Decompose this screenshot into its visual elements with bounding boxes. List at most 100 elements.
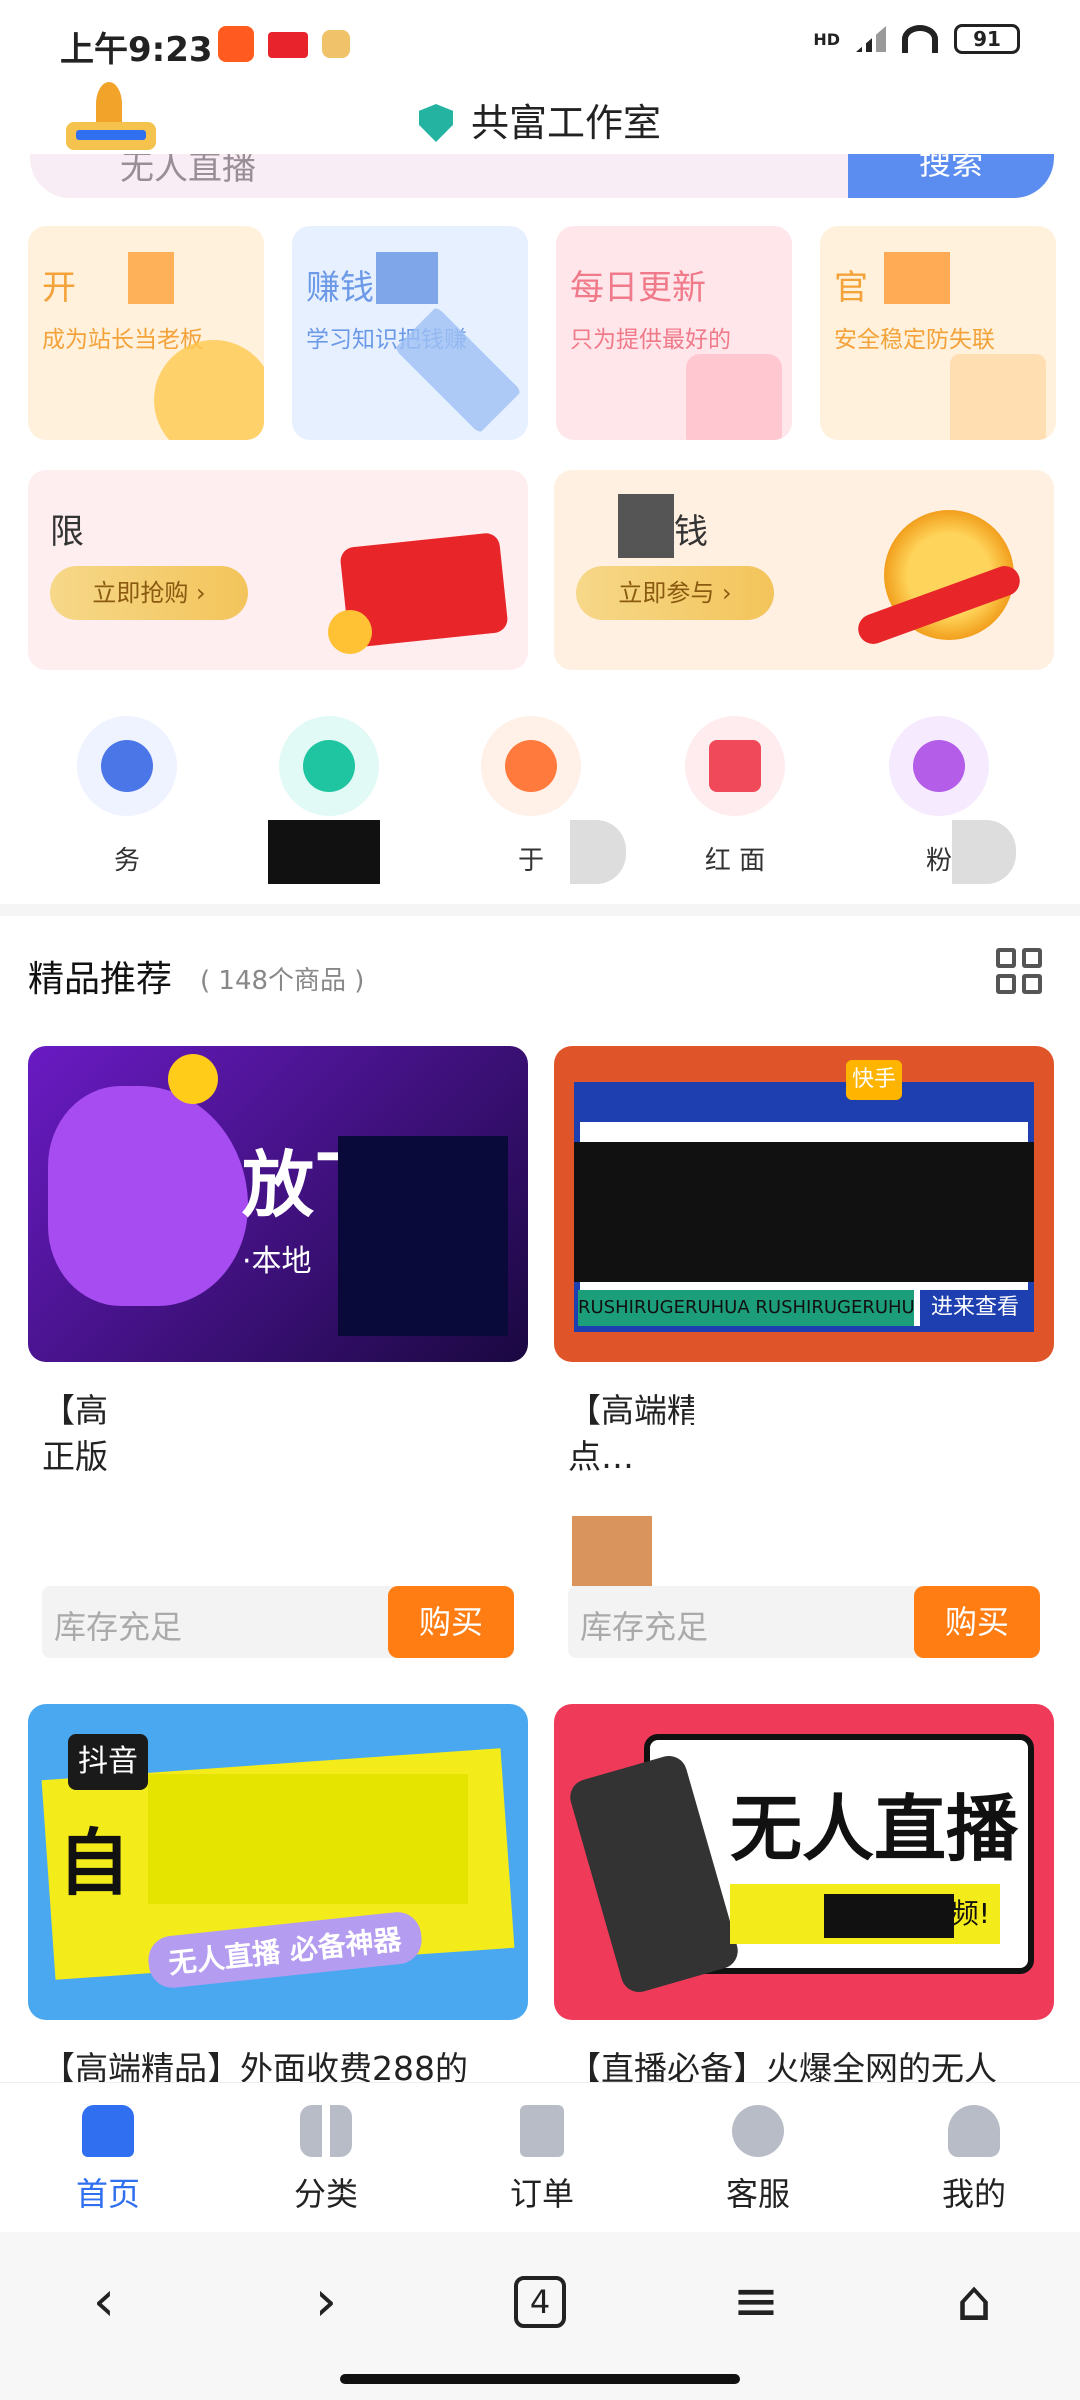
notification-app-icon — [322, 30, 350, 58]
redaction-block — [168, 1372, 488, 1432]
promo-buy-button[interactable]: 立即抢购 › — [50, 566, 248, 620]
site-logo[interactable] — [56, 82, 166, 158]
grid-view-icon[interactable] — [996, 948, 1042, 994]
forward-icon[interactable]: › — [286, 2262, 366, 2342]
product-image[interactable]: 抖音 自 无人直播 必备神器 — [28, 1704, 528, 2020]
section-title: 精品推荐 — [28, 959, 173, 1000]
signal-icon: HD — [813, 29, 840, 49]
feature-card-earn[interactable]: 赚钱 学习知识把钱赚 — [292, 226, 528, 440]
product-image[interactable]: 无人直播 频! — [554, 1704, 1054, 2020]
redaction-block — [128, 252, 174, 304]
product-image[interactable]: 放飞 ·本地 — [28, 1046, 528, 1362]
feature-card-title: 每日更新 — [570, 268, 706, 308]
feature-card-title: 官 — [834, 268, 868, 308]
home-indicator — [340, 2374, 740, 2384]
redaction-block — [376, 252, 438, 304]
quick-icon-label: 红 面 — [704, 846, 766, 876]
product-name: 【高端精品】外面收费288的 — [42, 2049, 468, 2086]
feature-card-title: 开 — [42, 268, 76, 308]
product-card[interactable]: 快手 RUSHIRUGERUHUA RUSHIRUGERUHUA 进来查看 【高… — [554, 1046, 1054, 1666]
product-card[interactable]: 放飞 ·本地 【高 正版 库存充足 购买 — [28, 1046, 528, 1666]
search-button[interactable]: 搜索 — [848, 154, 1054, 198]
home-nav-icon[interactable]: ⌂ — [934, 2262, 1014, 2342]
tabs-button[interactable]: 4 — [500, 2262, 580, 2342]
stock-status: 库存充足 — [580, 1608, 709, 1646]
clipboard-icon — [520, 2105, 564, 2157]
user-icon — [948, 2105, 1000, 2157]
redaction-block — [572, 1516, 652, 1586]
hand-icon — [48, 1086, 248, 1306]
tab-label: 订单 — [509, 2175, 574, 2213]
yen-coin-icon — [154, 340, 264, 440]
feature-card-subtitle: 安全稳定防失联 — [834, 327, 995, 353]
coin-icon — [328, 610, 372, 654]
search-input[interactable]: 无人直播 — [120, 154, 256, 189]
home-icon — [82, 2105, 134, 2157]
product-card[interactable]: 抖音 自 无人直播 必备神器 【高端精品】外面收费288的 — [28, 1704, 528, 2086]
product-cta: 进来查看 — [920, 1290, 1030, 1326]
tabs-count: 4 — [514, 2276, 566, 2328]
smile-icon — [505, 740, 557, 792]
menu-icon[interactable]: ≡ — [716, 2262, 796, 2342]
tab-label: 分类 — [293, 2175, 358, 2213]
quick-icon-service[interactable]: 务 — [72, 716, 182, 877]
product-card[interactable]: 无人直播 频! 【直播必备】火爆全网的无人 — [554, 1704, 1054, 2086]
status-time: 上午9:23 — [60, 30, 213, 70]
battery-icon: 91 — [954, 24, 1020, 54]
tab-service[interactable]: 客服 — [678, 2105, 838, 2215]
product-subline: RUSHIRUGERUHUA RUSHIRUGERUHUA — [578, 1290, 914, 1326]
stock-bar: 库存充足 购买 — [568, 1586, 1040, 1658]
drop-bolt-icon — [303, 740, 355, 792]
promo-join-button[interactable]: 立即参与 › — [576, 566, 774, 620]
section-divider — [0, 904, 1080, 916]
wifi-icon — [902, 25, 938, 53]
feature-card-subtitle: 成为站长当老板 — [42, 327, 203, 353]
quick-icon-label: 务 — [113, 846, 140, 876]
feature-card-open-store[interactable]: 开 成为站长当老板 — [28, 226, 264, 440]
status-indicators: HD 91 — [813, 24, 1020, 54]
product-image[interactable]: 快手 RUSHIRUGERUHUA RUSHIRUGERUHUA 进来查看 — [554, 1046, 1054, 1362]
redaction-block — [574, 1142, 1034, 1282]
back-icon[interactable]: ‹ — [64, 2262, 144, 2342]
shopping-bag-icon — [686, 354, 782, 440]
product-subline: ·本地 — [242, 1244, 312, 1279]
image-top-bar — [574, 1082, 1034, 1122]
redaction-block — [268, 820, 380, 884]
product-headline: 无人直播 — [730, 1787, 1019, 1871]
redaction-block — [618, 494, 674, 558]
headset-icon — [732, 2105, 784, 2157]
redaction-block — [824, 1894, 954, 1938]
search-bar[interactable]: 无人直播 搜索 — [30, 154, 1054, 198]
promo-card-earn-money[interactable]: 钱 立即参与 › — [554, 470, 1054, 670]
status-bar: 上午9:23 HD 91 — [0, 0, 1080, 90]
stock-status: 库存充足 — [54, 1608, 183, 1646]
tab-mine[interactable]: 我的 — [894, 2105, 1054, 2215]
grid-icon — [300, 2105, 352, 2157]
promo-card-title: 限 — [50, 512, 84, 552]
feature-card-official[interactable]: 官 安全稳定防失联 — [820, 226, 1056, 440]
redaction-block — [338, 1136, 508, 1336]
promo-card-flash-sale[interactable]: 限 立即抢购 › — [28, 470, 528, 670]
tab-home[interactable]: 首页 — [28, 2105, 188, 2215]
redaction-block — [952, 820, 1016, 884]
buy-button[interactable]: 购买 — [388, 1586, 514, 1658]
shield-icon — [418, 104, 453, 142]
kuaishou-app-icon — [218, 26, 254, 62]
buy-button[interactable]: 购买 — [914, 1586, 1040, 1658]
signal-bars-icon — [856, 26, 886, 52]
tab-label: 首页 — [75, 2175, 140, 2213]
tab-category[interactable]: 分类 — [246, 2105, 406, 2215]
planet-user-icon — [101, 740, 153, 792]
smiley-icon — [168, 1054, 218, 1104]
bottom-tab-bar: 首页 分类 订单 客服 我的 — [0, 2082, 1080, 2232]
feature-card-daily-update[interactable]: 每日更新 只为提供最好的 — [556, 226, 792, 440]
tab-orders[interactable]: 订单 — [462, 2105, 622, 2215]
user-heart-icon — [913, 740, 965, 792]
product-name: 【直播必备】火爆全网的无人 — [568, 2049, 997, 2086]
redaction-block — [148, 1774, 468, 1904]
feature-card-title: 赚钱 — [306, 268, 374, 308]
redaction-block — [570, 820, 626, 884]
quick-icon-red-envelope[interactable]: 红 面 — [680, 716, 790, 877]
tab-label: 客服 — [725, 2175, 790, 2213]
toutiao-app-icon — [268, 32, 308, 58]
